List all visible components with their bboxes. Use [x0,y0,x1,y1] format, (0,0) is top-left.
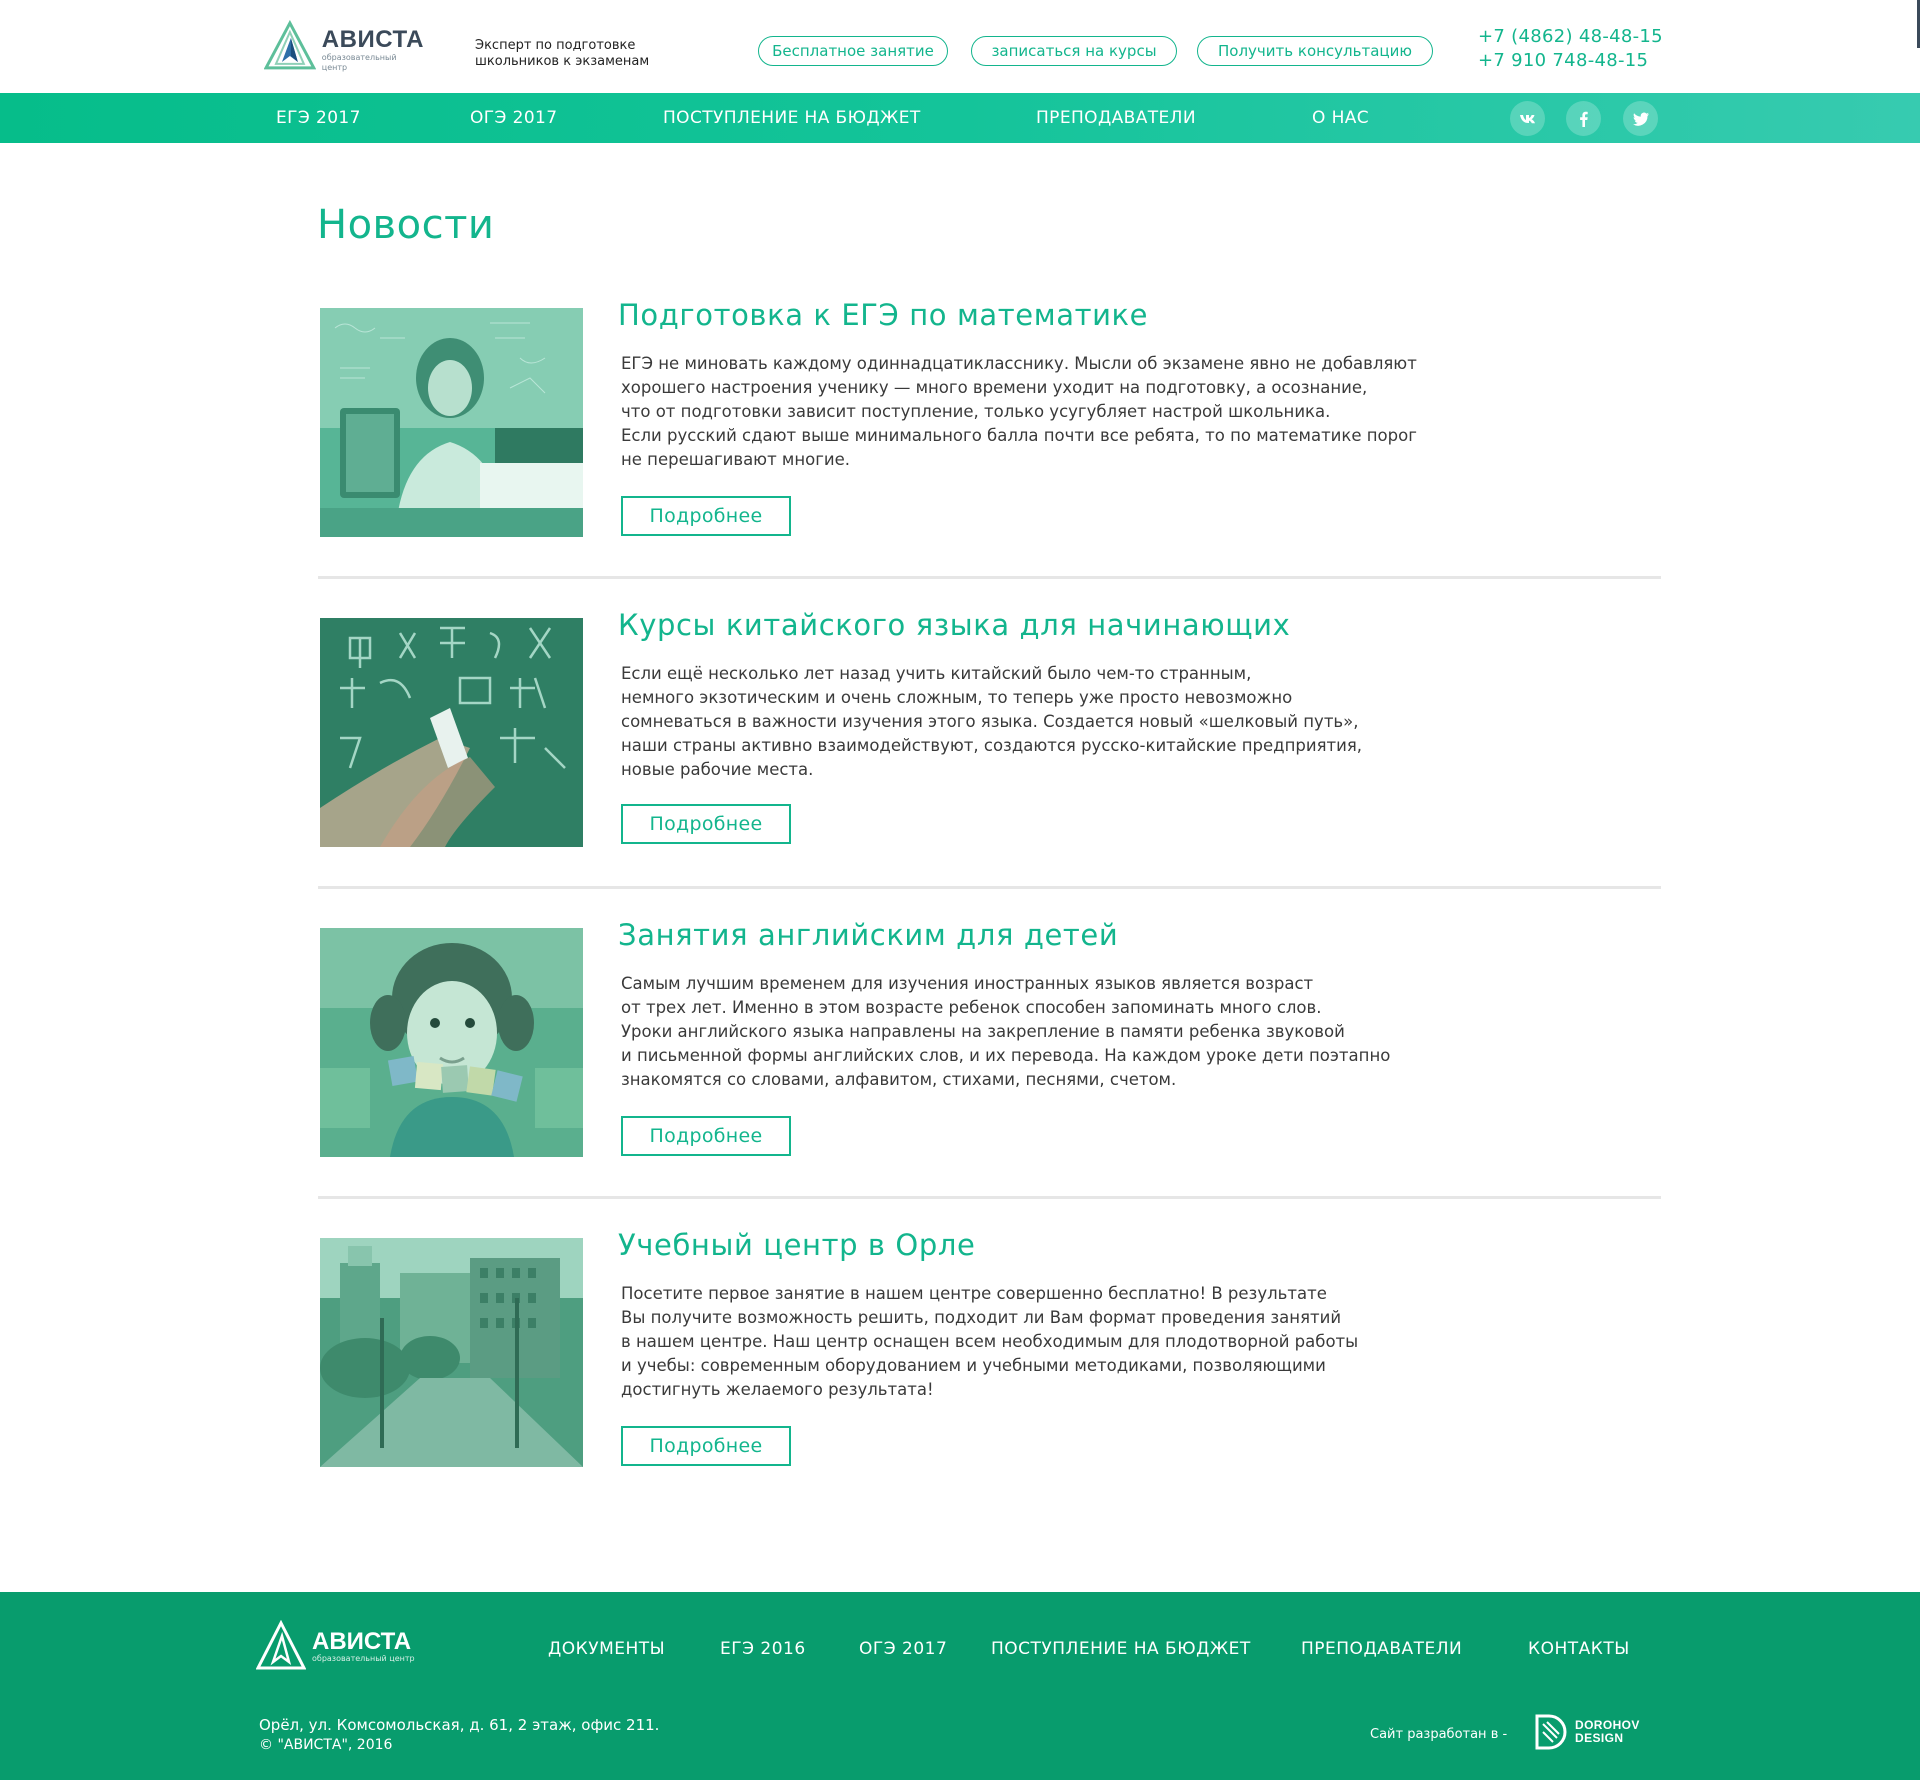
news-text-line: Вы получите возможность решить, подходит… [621,1308,1342,1327]
main-nav: ЕГЭ 2017 ОГЭ 2017 ПОСТУПЛЕНИЕ НА БЮДЖЕТ … [0,93,1920,143]
read-more-button[interactable]: Подробнее [621,1426,791,1466]
nav-item-teachers[interactable]: ПРЕПОДАВАТЕЛИ [1036,93,1196,143]
dorohov-design-icon [1535,1714,1567,1750]
tagline-line: школьников к экзаменам [475,54,650,69]
site-header: АВИСТА образовательный центр Эксперт по … [0,0,1920,93]
news-text: ЕГЭ не миновать каждому одиннадцатикласс… [621,352,1501,472]
news-text: Посетите первое занятие в нашем центре с… [621,1282,1501,1402]
get-consultation-button[interactable]: Получить консультацию [1197,36,1433,66]
logo-subtitle: образовательный центр [321,52,397,72]
logo-triangle-icon [256,1620,306,1670]
phone-link[interactable]: +7 910 748-48-15 [1478,49,1663,73]
footer-nav-ege-2016[interactable]: ЕГЭ 2016 [720,1639,806,1659]
news-text: Если ещё несколько лет назад учить китай… [621,662,1501,782]
footer-nav-budget-admission[interactable]: ПОСТУПЛЕНИЕ НА БЮДЖЕТ [991,1639,1251,1659]
read-more-button[interactable]: Подробнее [621,804,791,844]
phone-numbers: +7 (4862) 48-48-15 +7 910 748-48-15 [1478,25,1663,73]
logo-name: АВИСТА [321,25,424,53]
news-image[interactable] [320,928,583,1157]
news-text-line: и учебы: современным оборудованием и уче… [621,1356,1326,1375]
news-text-line: и письменной формы английских слов, и их… [621,1046,1391,1065]
news-item: Учебный центр в Орле Посетите первое зан… [318,1228,1661,1548]
nav-item-oge-2017[interactable]: ОГЭ 2017 [470,93,558,143]
news-item: Занятия английским для детей Самым лучши… [318,918,1661,1238]
news-text-line: достигнуть желаемого результата! [621,1380,934,1399]
divider [318,886,1661,889]
read-more-button[interactable]: Подробнее [621,496,791,536]
news-text-line: наши страны активно взаимодействуют, соз… [621,736,1363,755]
news-title[interactable]: Занятия английским для детей [618,918,1118,952]
enroll-courses-button[interactable]: записаться на курсы [971,36,1177,66]
footer-nav-oge-2017[interactable]: ОГЭ 2017 [859,1639,947,1659]
footer-nav-documents[interactable]: ДОКУМЕНТЫ [548,1639,665,1659]
news-item: Курсы китайского языка для начинающих Ес… [318,608,1661,928]
news-text-line: Посетите первое занятие в нашем центре с… [621,1284,1327,1303]
footer-logo-name: АВИСТА [312,1628,412,1655]
news-image[interactable] [320,1238,583,1467]
news-text-line: новые рабочие места. [621,760,814,779]
site-logo[interactable]: АВИСТА образовательный центр [264,18,424,74]
news-title[interactable]: Подготовка к ЕГЭ по математике [618,298,1148,332]
news-text-line: Уроки английского языка направлены на за… [621,1022,1345,1041]
logo-triangle-icon [264,20,316,70]
divider [318,576,1661,579]
phone-link[interactable]: +7 (4862) 48-48-15 [1478,25,1663,49]
news-title[interactable]: Учебный центр в Орле [618,1228,975,1262]
vk-icon[interactable] [1510,101,1545,136]
footer-logo[interactable]: АВИСТА образовательный центр [256,1620,415,1672]
news-text-line: Самым лучшим временем для изучения иност… [621,974,1314,993]
developed-by-text: Сайт разработан в - [1370,1727,1508,1742]
news-title[interactable]: Курсы китайского языка для начинающих [618,608,1290,642]
news-text-line: знакомятся со словами, алфавитом, стихам… [621,1070,1177,1089]
news-text: Самым лучшим временем для изучения иност… [621,972,1501,1092]
news-text-line: ЕГЭ не миновать каждому одиннадцатикласс… [621,354,1417,373]
news-text-line: в нашем центре. Наш центр оснащен всем н… [621,1332,1359,1351]
site-footer: АВИСТА образовательный центр ДОКУМЕНТЫ Е… [0,1592,1920,1780]
developer-name: DESIGN [1575,1731,1624,1745]
news-text-line: Если русский сдают выше минимального бал… [621,426,1417,445]
news-text-line: что от подготовки зависит поступление, т… [621,402,1331,421]
news-image[interactable] [320,618,583,847]
news-text-line: не перешагивают многие. [621,450,851,469]
nav-item-ege-2017[interactable]: ЕГЭ 2017 [276,93,361,143]
news-text-line: сомневаться в важности изучения этого яз… [621,712,1359,731]
read-more-button[interactable]: Подробнее [621,1116,791,1156]
divider [318,1196,1661,1199]
footer-nav-teachers[interactable]: ПРЕПОДАВАТЕЛИ [1301,1639,1462,1659]
twitter-icon[interactable] [1623,101,1658,136]
nav-item-budget-admission[interactable]: ПОСТУПЛЕНИЕ НА БЮДЖЕТ [663,93,921,143]
news-text-line: Если ещё несколько лет назад учить китай… [621,664,1252,683]
footer-nav-contacts[interactable]: КОНТАКТЫ [1528,1639,1630,1659]
news-text-line: немного экзотическим и очень сложным, то… [621,688,1293,707]
copyright-text: © "АВИСТА", 2016 [259,1737,393,1753]
news-text-line: от трех лет. Именно в этом возрасте ребе… [621,998,1322,1017]
tagline: Эксперт по подготовке школьников к экзам… [475,38,675,70]
footer-logo-subtitle: образовательный центр [312,1654,415,1663]
free-lesson-button[interactable]: Бесплатное занятие [758,36,948,66]
news-image[interactable] [320,308,583,537]
address-text: Орёл, ул. Комсомольская, д. 61, 2 этаж, … [259,1716,660,1734]
developer-logo[interactable]: DOROHOV DESIGN [1533,1712,1653,1752]
tagline-line: Эксперт по подготовке [475,38,636,53]
nav-item-about[interactable]: О НАС [1312,93,1369,143]
facebook-icon[interactable] [1566,101,1601,136]
news-item: Подготовка к ЕГЭ по математике ЕГЭ не ми… [318,298,1661,618]
page-title: Новости [317,202,495,248]
news-text-line: хорошего настроения ученику — много врем… [621,378,1368,397]
footer-address: Орёл, ул. Комсомольская, д. 61, 2 этаж, … [259,1715,659,1755]
